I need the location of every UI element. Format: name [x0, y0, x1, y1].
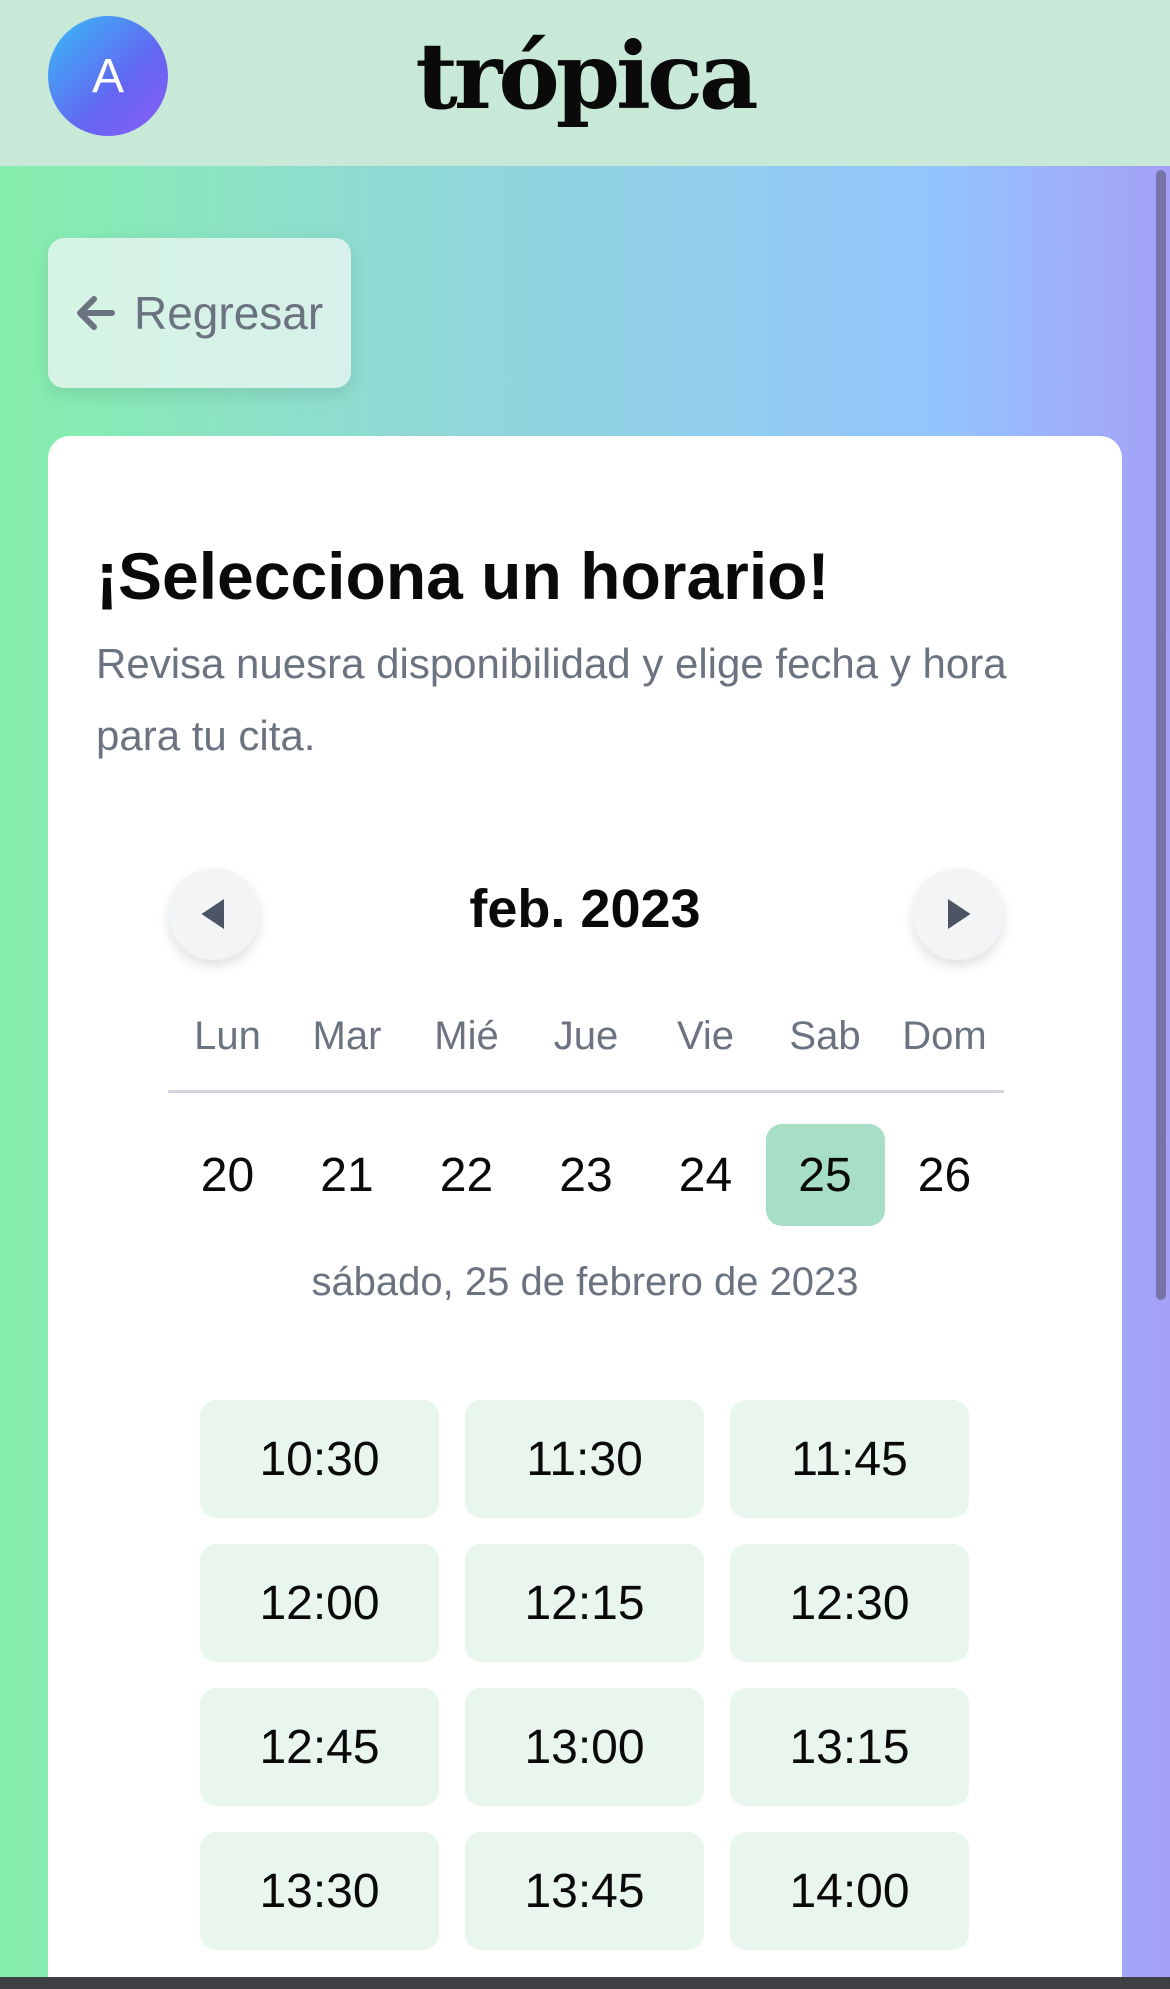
day-cell[interactable]: 22: [407, 1124, 526, 1226]
weekday-label: Mar: [312, 1014, 382, 1058]
app-header: A trópica: [0, 0, 1170, 166]
brand-logo[interactable]: trópica: [0, 22, 1170, 130]
time-slot-button[interactable]: 13:45: [465, 1832, 704, 1950]
time-slot-button[interactable]: 13:30: [200, 1832, 439, 1950]
time-slot-button[interactable]: 11:45: [730, 1400, 969, 1518]
time-slot-button[interactable]: 12:45: [200, 1688, 439, 1806]
day-cell[interactable]: 26: [885, 1124, 1004, 1226]
back-button-label: Regresar: [134, 287, 324, 339]
day-row: 20 21 22 23 24 25 26: [168, 1124, 1004, 1226]
weekday-label: Mié: [434, 1014, 499, 1058]
time-slot-button[interactable]: 12:30: [730, 1544, 969, 1662]
weekday-label: Dom: [902, 1014, 987, 1058]
page-subtitle: Revisa nuesra disponibilidad y elige fec…: [96, 640, 1007, 759]
weekday-header: Lun Mar Mié Jue Vie Sab Dom: [168, 1014, 1004, 1070]
weekday-label: Vie: [676, 1014, 735, 1058]
next-month-button[interactable]: [912, 868, 1004, 960]
weekday-label: Lun: [194, 1014, 261, 1058]
selected-date-label: sábado, 25 de febrero de 2023: [311, 1260, 859, 1304]
weekday-label: Jue: [553, 1014, 619, 1058]
page-title: ¡Selecciona un horario!: [96, 539, 830, 613]
time-slot-button[interactable]: 12:00: [200, 1544, 439, 1662]
scrollbar[interactable]: [1156, 170, 1166, 1300]
time-slot-button[interactable]: 10:30: [200, 1400, 439, 1518]
arrow-left-icon: [77, 296, 115, 330]
time-slot-button[interactable]: 12:15: [465, 1544, 704, 1662]
weekday-label: Sab: [789, 1014, 861, 1058]
day-cell[interactable]: 21: [288, 1124, 407, 1226]
time-slot-button[interactable]: 13:15: [730, 1688, 969, 1806]
scheduler-card: ¡Selecciona un horario! Revisa nuesra di…: [48, 436, 1122, 1989]
time-slot-grid: 10:30 11:30 11:45 12:00 12:15 12:30 12:4…: [200, 1400, 970, 1950]
day-cell[interactable]: 20: [168, 1124, 287, 1226]
bottom-bar: [0, 1977, 1170, 1989]
back-button[interactable]: Regresar: [48, 238, 351, 388]
time-slot-button[interactable]: 14:00: [730, 1832, 969, 1950]
day-cell[interactable]: 24: [646, 1124, 765, 1226]
time-slot-button[interactable]: 11:30: [465, 1400, 704, 1518]
divider: [168, 1090, 1004, 1093]
day-cell[interactable]: 23: [527, 1124, 646, 1226]
time-slot-button[interactable]: 13:00: [465, 1688, 704, 1806]
caret-right-icon: [948, 899, 971, 929]
day-cell[interactable]: 25: [765, 1124, 885, 1226]
